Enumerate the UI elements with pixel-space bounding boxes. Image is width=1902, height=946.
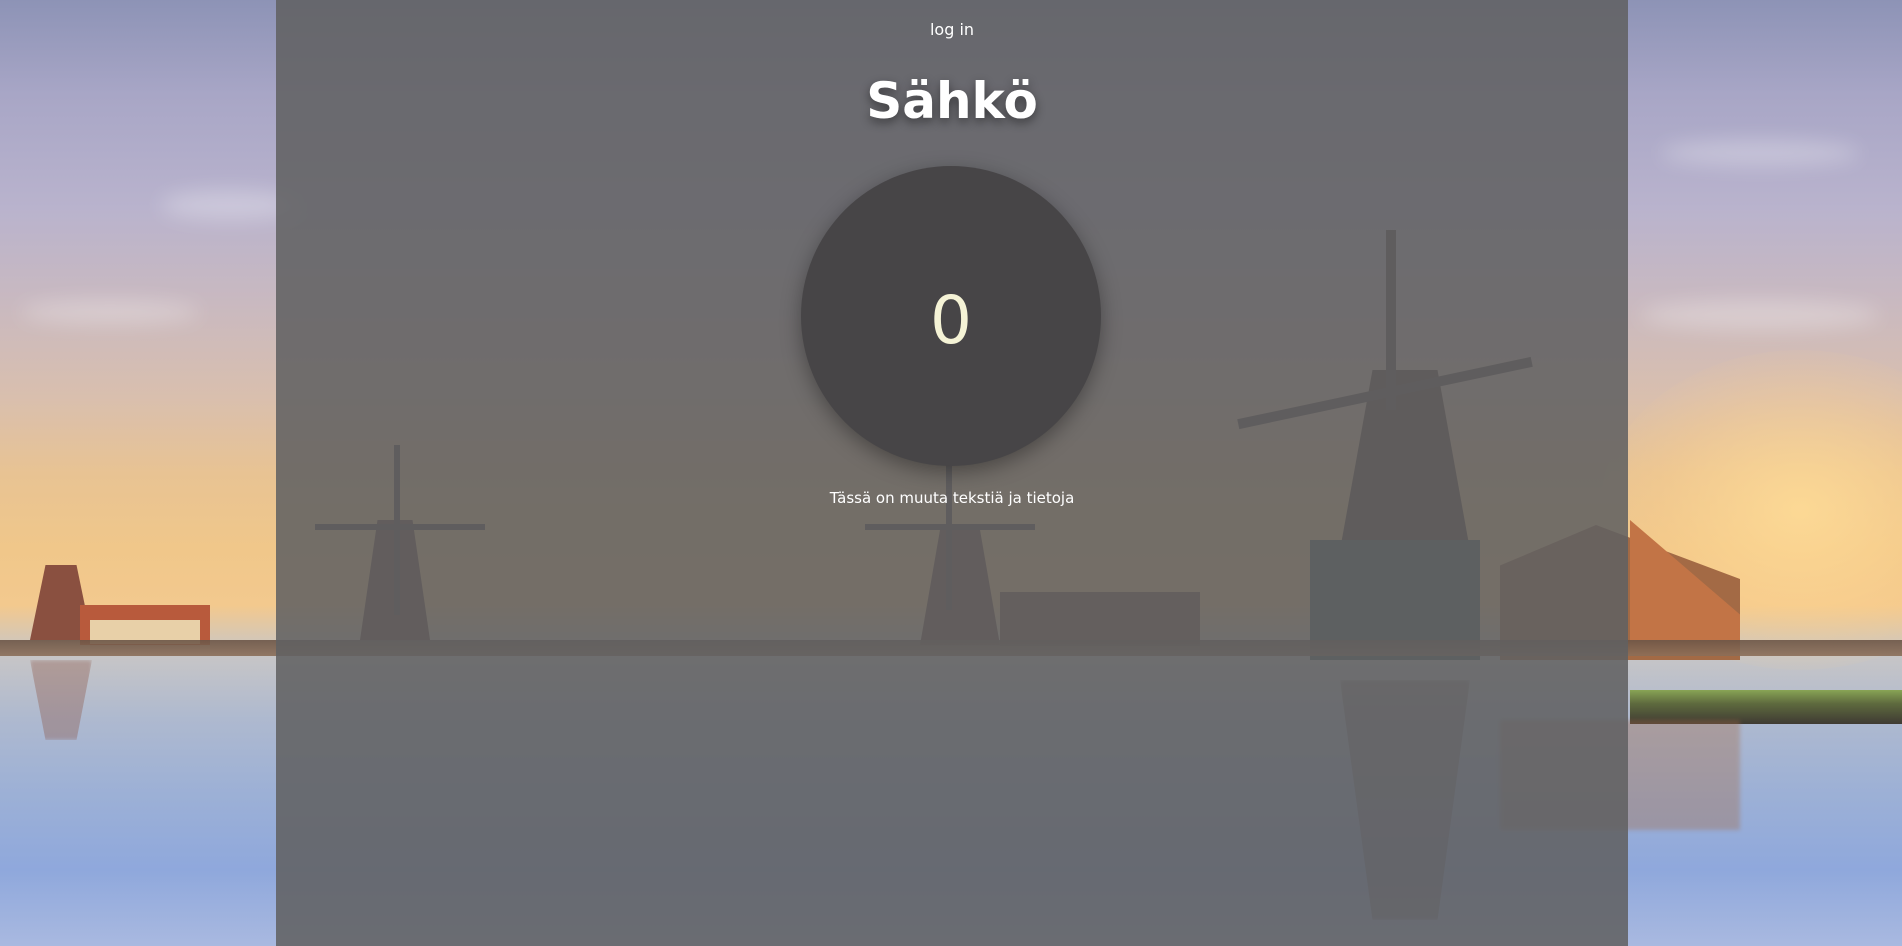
cloud	[1640, 300, 1880, 330]
reflection	[30, 660, 92, 740]
page-title: Sähkö	[866, 72, 1038, 130]
info-text: Tässä on muuta tekstiä ja tietoja	[829, 489, 1075, 507]
counter-value: 0	[930, 281, 972, 359]
login-link[interactable]: log in	[276, 20, 1628, 39]
cloud	[1660, 140, 1860, 166]
cloud	[20, 300, 200, 324]
shore-grass	[1630, 690, 1902, 724]
main-panel: log in Sähkö 0 Tässä on muuta tekstiä ja…	[276, 0, 1628, 946]
counter-circle: 0	[801, 166, 1101, 466]
